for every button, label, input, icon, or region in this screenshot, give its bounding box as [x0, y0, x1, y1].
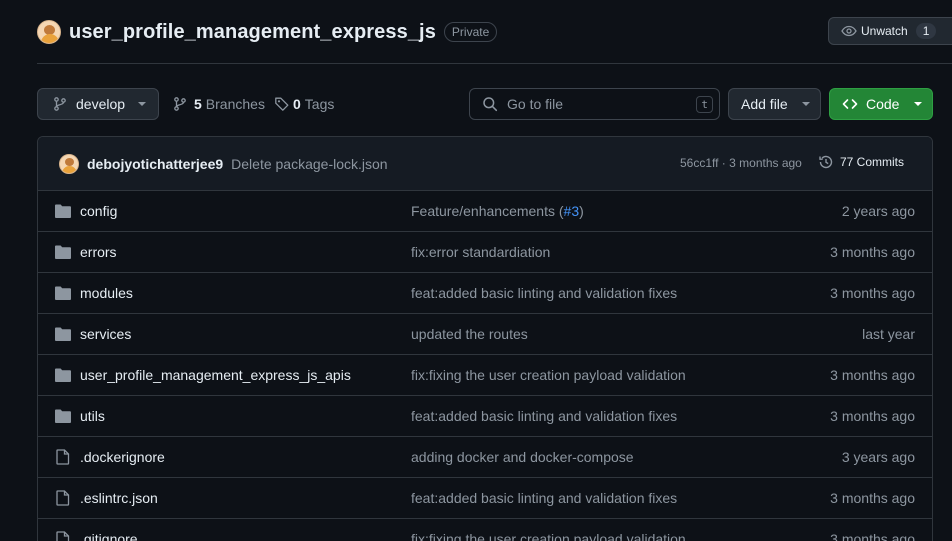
file-name-link[interactable]: modules: [80, 285, 133, 301]
search-icon: [483, 97, 498, 112]
file-commit-time: 3 months ago: [830, 285, 915, 301]
go-to-file-placeholder: Go to file: [507, 96, 564, 112]
add-file-button[interactable]: Add file: [728, 88, 821, 120]
file-commit-message[interactable]: adding docker and docker-compose: [411, 449, 634, 465]
pull-request-link[interactable]: #3: [564, 203, 580, 219]
eye-icon: [841, 25, 857, 37]
file-name-link[interactable]: utils: [80, 408, 105, 424]
file-row[interactable]: .dockerignore adding docker and docker-co…: [38, 437, 932, 478]
commit-message-text: feat:added basic linting and validation …: [411, 490, 678, 506]
file-name-link[interactable]: user_profile_management_express_js_apis: [80, 367, 351, 383]
unwatch-button[interactable]: Unwatch 1: [828, 17, 952, 45]
file-commit-message[interactable]: fix:fixing the user creation payload val…: [411, 531, 686, 541]
file-row[interactable]: .gitignore fix:fixing the user creation p…: [38, 519, 932, 541]
file-commit-time: last year: [862, 326, 915, 342]
code-icon: [842, 99, 858, 109]
commit-meta[interactable]: 56cc1ff · 3 months ago: [680, 156, 802, 170]
folder-icon: [54, 367, 72, 383]
file-commit-message[interactable]: feat:added basic linting and validation …: [411, 408, 677, 424]
git-branch-icon: [54, 97, 66, 111]
commit-author[interactable]: debojyotichatterjee9: [87, 156, 223, 172]
tag-icon: [275, 97, 289, 111]
file-row[interactable]: .eslintrc.json feat:added basic linting a…: [38, 478, 932, 519]
file-row[interactable]: modules feat:added basic linting and vali…: [38, 273, 932, 314]
file-commit-time: 3 months ago: [830, 408, 915, 424]
folder-icon: [54, 408, 72, 424]
chevron-down-icon: [801, 102, 810, 106]
file-commit-message[interactable]: updated the routes: [411, 326, 528, 342]
file-commit-time: 3 months ago: [830, 244, 915, 260]
unwatch-label: Unwatch: [861, 24, 908, 38]
commit-message-text: updated the routes: [411, 326, 528, 342]
visibility-badge: Private: [443, 22, 498, 42]
file-commit-time: 3 months ago: [830, 490, 915, 506]
commit-message-text: fix:error standardiation: [411, 244, 551, 260]
file-row[interactable]: errors fix:error standardiation 3 months a…: [38, 232, 932, 273]
commit-message-text: Feature/enhancements (: [411, 203, 564, 219]
latest-commit-bar: debojyotichatterjee9 Delete package-lock…: [38, 137, 932, 191]
chevron-down-icon: [138, 102, 146, 106]
folder-icon: [54, 244, 72, 260]
folder-icon: [54, 326, 72, 342]
tags-label: Tags: [304, 96, 335, 112]
file-commit-message[interactable]: fix:error standardiation: [411, 244, 550, 260]
file-commit-message[interactable]: feat:added basic linting and validation …: [411, 285, 677, 301]
commit-message-text: feat:added basic linting and validation …: [411, 408, 678, 424]
commit-message-suffix: ): [579, 203, 584, 219]
file-commit-message[interactable]: Feature/enhancements (#3): [411, 203, 584, 219]
history-icon: [819, 155, 833, 169]
repo-page: user_profile_management_express_js Priva…: [0, 0, 952, 541]
file-row[interactable]: config Feature/enhancements (#3) 2 years a…: [38, 191, 932, 232]
file-commit-time: 3 years ago: [841, 449, 915, 465]
keyboard-shortcut: t: [696, 95, 713, 113]
repo-name[interactable]: user_profile_management_express_js: [69, 21, 436, 44]
go-to-file-input[interactable]: Go to file t: [469, 88, 720, 120]
commit-message-text: fix:fixing the user creation payload val…: [411, 531, 686, 541]
watch-count: 1: [915, 23, 937, 39]
file-name-link[interactable]: services: [80, 326, 131, 342]
file-commit-message[interactable]: feat:added basic linting and validation …: [411, 490, 677, 506]
owner-avatar[interactable]: [37, 20, 61, 44]
repo-header: user_profile_management_express_js Priva…: [37, 18, 498, 46]
file-name-link[interactable]: .gitignore: [80, 531, 138, 541]
branch-selector[interactable]: develop: [37, 88, 159, 120]
file-commit-time: 3 months ago: [830, 367, 915, 383]
file-icon: [54, 490, 72, 506]
file-browser: debojyotichatterjee9 Delete package-lock…: [37, 136, 933, 541]
file-icon: [54, 449, 72, 465]
file-name-link[interactable]: .dockerignore: [80, 449, 165, 465]
file-name-link[interactable]: .eslintrc.json: [80, 490, 158, 506]
branches-label: Branches: [205, 96, 265, 112]
commit-message-text: fix:fixing the user creation payload val…: [411, 367, 686, 383]
file-row[interactable]: user_profile_management_express_js_apis f…: [38, 355, 932, 396]
branches-count: 5: [194, 96, 202, 112]
file-name-link[interactable]: errors: [80, 244, 117, 260]
file-row[interactable]: utils feat:added basic linting and valida…: [38, 396, 932, 437]
commits-history-link[interactable]: 77 Commits: [818, 154, 904, 170]
branch-name: develop: [76, 96, 126, 112]
tags-count: 0: [293, 96, 301, 112]
header-divider: [37, 63, 952, 64]
file-list: config Feature/enhancements (#3) 2 years a…: [38, 191, 932, 541]
commit-message-text: feat:added basic linting and validation …: [411, 285, 678, 301]
file-commit-time: 2 years ago: [841, 203, 915, 219]
commit-message-text: adding docker and docker-compose: [411, 449, 634, 465]
git-branch-icon: [174, 97, 186, 111]
commit-message[interactable]: Delete package-lock.json: [231, 156, 387, 172]
folder-icon: [54, 285, 72, 301]
file-commit-time: 3 months ago: [830, 531, 915, 541]
file-commit-message[interactable]: fix:fixing the user creation payload val…: [411, 367, 686, 383]
folder-icon: [54, 203, 72, 219]
branches-link[interactable]: 5 Branches: [172, 96, 265, 112]
commits-label: 77 Commits: [840, 155, 905, 169]
code-label: Code: [866, 96, 900, 112]
code-button[interactable]: Code: [829, 88, 933, 120]
add-file-label: Add file: [741, 96, 788, 112]
file-row[interactable]: services updated the routes last year: [38, 314, 932, 355]
tags-link[interactable]: 0 Tags: [274, 96, 334, 112]
chevron-down-icon: [914, 102, 922, 106]
commit-author-avatar[interactable]: [59, 153, 79, 174]
file-icon: [54, 531, 72, 541]
file-name-link[interactable]: config: [80, 203, 117, 219]
